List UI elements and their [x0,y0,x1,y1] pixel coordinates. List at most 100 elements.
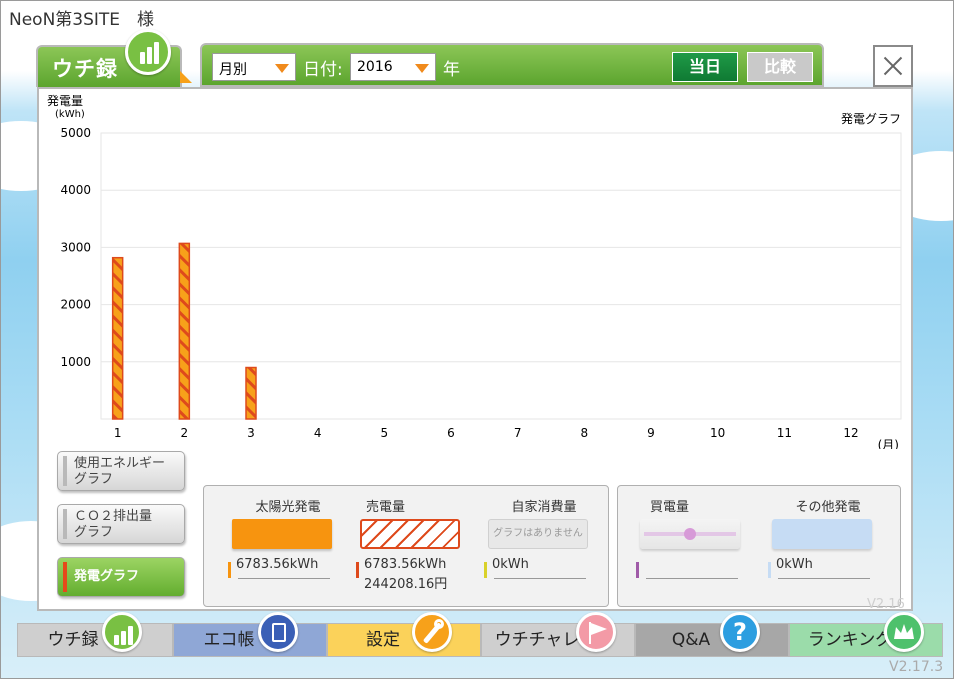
x-tick-label: 10 [710,426,725,440]
slider-knob [684,528,696,540]
chart-bars [111,242,257,420]
legend-other-value: 0kWh [776,557,813,572]
x-axis-unit: (月) [878,438,899,449]
legend-sell-swatch [360,519,460,549]
generation-graph-label: 発電グラフ [74,569,140,584]
chart-grid [100,132,902,420]
legend-self: 自家消費量 グラフはありません 0kWh [484,496,604,579]
date-label: 日付: [303,60,343,80]
x-tick-label: 12 [843,426,858,440]
legend-self-value: 0kWh [492,557,529,572]
version-text: V2.17.3 [889,659,944,675]
bar-month-3 [245,366,257,420]
dropdown-arrow-icon [275,64,289,73]
bar-month-1 [111,256,124,420]
nav-uchiroku[interactable]: ウチ録 [17,612,173,657]
energy-usage-graph-label-1: 使用エネルギー [74,456,166,471]
co2-emission-graph-button[interactable]: ＣＯ２排出量 グラフ [57,504,185,544]
y-axis-unit: (kWh) [55,109,85,120]
toolbar: 月別 日付: 2016 年 当日 比較 [200,43,824,87]
divider [494,578,586,579]
legend-self-title: 自家消費量 [511,500,577,515]
x-tick-label: 6 [447,426,455,440]
period-select-value: 月別 [219,62,247,78]
x-tick-label: 2 [181,426,189,440]
y-tick-label: 5000 [60,126,91,140]
co2-emission-graph-label-2: グラフ [74,525,114,540]
dropdown-arrow-icon [415,64,429,73]
legend-buy-title: 買電量 [650,500,690,515]
graph-panel: 発電量 (kWh) 発電グラフ (月) 1000 2000 3000 4000 5000… [37,87,913,611]
nav-settings[interactable]: 設定 [327,612,481,657]
legend-buy: 買電量 [636,496,756,579]
legend-sell-value-yen: 244208.16円 [364,577,448,592]
legend-sell: 売電量 6783.56kWh 244208.16円 [356,496,476,592]
app-window: NeoN第3SITE 様 ウチ録 月別 日付: 2016 年 当日 比較 発電量… [0,0,954,679]
plot-frame [100,132,902,420]
x-tick-label: 7 [514,426,522,440]
y-tick-label: 3000 [60,240,91,254]
legend-group-other: 買電量 その他発電 0kWh [617,485,901,607]
crown-icon [884,612,924,652]
legend-solar-swatch [232,519,332,549]
today-button[interactable]: 当日 [672,52,738,82]
x-tick-label: 8 [581,426,589,440]
bar-chart-icon [125,29,171,75]
legend-buy-swatch [640,519,740,549]
legend-sell-title: 売電量 [366,500,406,515]
legend-solar: 太陽光発電 6783.56kWh [228,496,348,579]
legend-other-swatch [772,519,872,549]
y-tick-label: 2000 [60,298,91,312]
x-tick-labels: 1 2 3 4 5 6 7 8 9 10 11 12 [114,426,859,440]
period-select[interactable]: 月別 [212,53,296,81]
nav-qa[interactable]: Q&A ? [635,612,789,657]
co2-emission-graph-label-1: ＣＯ２排出量 [74,509,153,524]
legend-other-title: その他発電 [795,500,861,515]
legend-self-marker [484,562,487,578]
nav-uchichare[interactable]: ウチチャレ [481,612,635,657]
legend-other-marker [768,562,771,578]
legend-solar-marker [228,562,231,578]
bar-chart-icon [102,612,142,652]
close-button[interactable] [873,45,913,87]
legend-sell-marker [356,562,359,578]
site-name: NeoN第3SITE 様 [9,10,155,30]
divider [778,578,870,579]
y-tick-labels: 1000 2000 3000 4000 5000 [60,126,91,369]
y-tick-label: 4000 [60,183,91,197]
x-tick-label: 1 [114,426,122,440]
legend-solar-value: 6783.56kWh [236,557,319,572]
year-select-value: 2016 [357,59,393,75]
bar-month-2 [178,242,191,420]
notebook-icon [258,612,298,652]
compare-button[interactable]: 比較 [747,52,813,82]
divider [646,578,738,579]
generation-graph-button[interactable]: 発電グラフ [57,557,185,597]
tab-pointer [180,71,192,83]
x-tick-label: 3 [247,426,255,440]
legend-sell-value: 6783.56kWh [364,557,447,572]
legend-self-placeholder: グラフはありません [488,519,588,549]
wrench-icon [412,612,452,652]
app-tab-label: ウチ録 [52,57,118,81]
energy-usage-graph-label-2: グラフ [74,472,114,487]
y-tick-label: 1000 [60,355,91,369]
x-tick-label: 11 [777,426,792,440]
nav-ecocho[interactable]: エコ帳 [173,612,327,657]
legend-solar-title: 太陽光発電 [255,500,321,515]
version-background-text: V2.16 [867,597,905,612]
legend-buy-marker [636,562,639,578]
nav-ranking[interactable]: ランキング [789,612,943,657]
chart-title: 発電グラフ [841,112,901,126]
year-select[interactable]: 2016 [350,53,436,81]
divider [238,578,330,579]
year-unit-label: 年 [443,60,460,80]
flag-icon [576,612,616,652]
legend-group-generation: 太陽光発電 6783.56kWh 売電量 6783.56kWh 244208.1… [203,485,609,607]
energy-usage-graph-button[interactable]: 使用エネルギー グラフ [57,451,185,491]
y-axis-label: 発電量 [47,94,83,108]
x-tick-label: 9 [647,426,655,440]
legend-other: その他発電 0kWh [768,496,888,579]
generation-chart: 発電量 (kWh) 発電グラフ (月) 1000 2000 3000 4000 5000… [47,94,902,449]
x-tick-label: 4 [314,426,322,440]
